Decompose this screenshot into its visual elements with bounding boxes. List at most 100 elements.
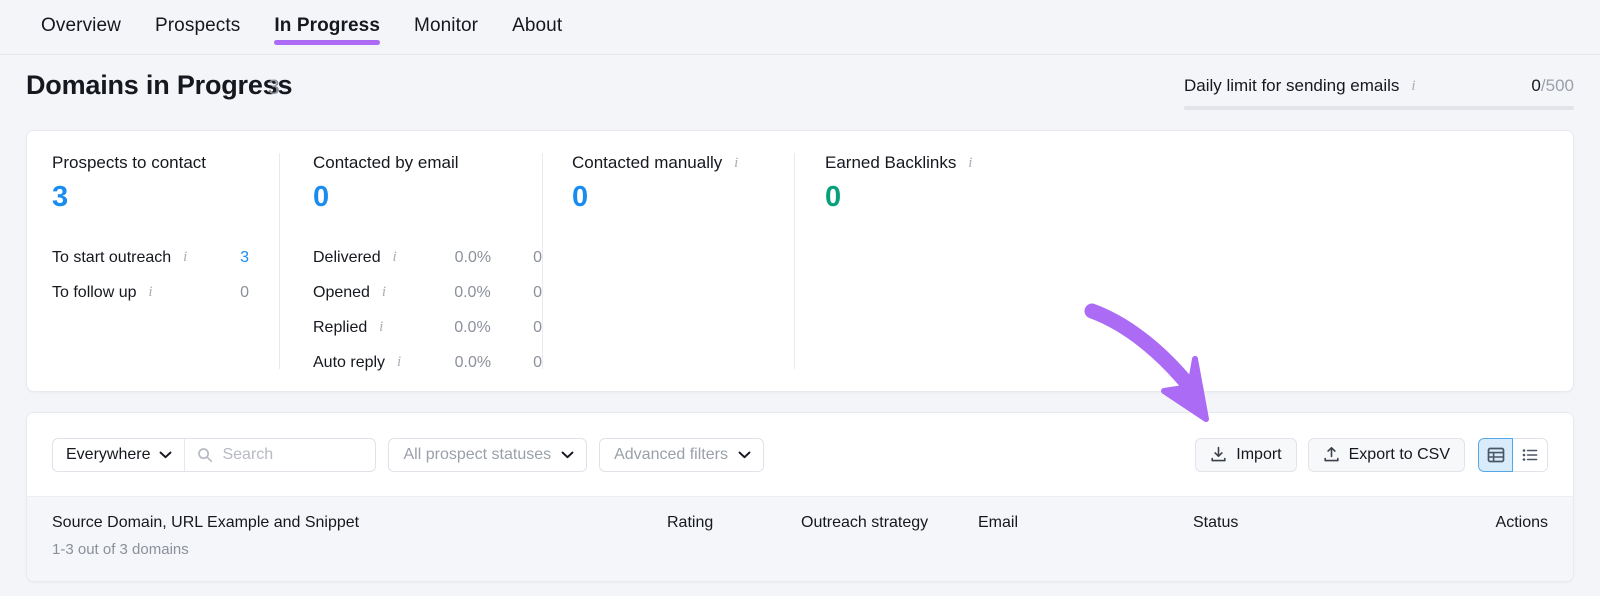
stat-subrow-label: Opened i xyxy=(313,284,400,302)
import-button[interactable]: Import xyxy=(1195,437,1297,472)
info-icon[interactable]: i xyxy=(388,249,402,266)
page-root: Overview Prospects In Progress Monitor A… xyxy=(0,0,1600,596)
label-text: To follow up xyxy=(52,283,137,301)
toolbar-right-group: Import Export to CSV xyxy=(1184,437,1548,472)
tab-prospects[interactable]: Prospects xyxy=(138,0,257,55)
label-text: Delivered xyxy=(313,248,381,266)
tab-overview[interactable]: Overview xyxy=(24,0,138,55)
tab-label: Overview xyxy=(41,15,121,36)
column-header-rating[interactable]: Rating xyxy=(667,514,801,532)
export-csv-button-label: Export to CSV xyxy=(1348,445,1450,463)
column-header-status[interactable]: Status xyxy=(1193,514,1418,532)
stat-subrow-percent: 0.0% xyxy=(454,318,491,336)
summary-stats-card: Prospects to contact 3 To start outreach… xyxy=(26,130,1574,392)
view-table-button[interactable] xyxy=(1478,437,1513,472)
label-text: Replied xyxy=(313,318,368,336)
stat-value: 3 xyxy=(52,181,69,213)
scope-and-search-group: Everywhere xyxy=(52,437,377,472)
prospect-status-filter[interactable]: All prospect statuses xyxy=(388,437,588,472)
page-header: Domains in Progress 3 Daily limit for se… xyxy=(0,55,1600,130)
tab-label: Monitor xyxy=(414,15,479,36)
chevron-down-icon xyxy=(561,451,574,459)
stat-subrow-label: Replied i xyxy=(313,319,400,337)
stat-earned-backlinks: Earned Backlinks i 0 xyxy=(794,131,1194,391)
table-header-row: Source Domain, URL Example and Snippet 1… xyxy=(27,496,1573,581)
daily-limit-progress-bar xyxy=(1184,106,1574,110)
stat-subrow: Delivered i 0.0% 0 xyxy=(313,240,542,275)
list-view-icon xyxy=(1521,446,1539,464)
stat-value: 0 xyxy=(572,181,589,213)
search-field[interactable] xyxy=(185,439,375,471)
table-toolbar: Everywhere All prospect statuses xyxy=(27,413,1573,496)
stat-subrow: Opened i 0.0% 0 xyxy=(313,275,542,310)
chevron-down-icon xyxy=(159,451,172,459)
daily-limit-value: 0/500 xyxy=(1531,76,1574,96)
table-result-count: 1-3 out of 3 domains xyxy=(52,541,189,558)
tab-label: About xyxy=(512,15,563,36)
stat-subrow-label: To start outreach i xyxy=(52,249,194,267)
prospect-status-filter-label: All prospect statuses xyxy=(403,445,552,463)
scope-select[interactable]: Everywhere xyxy=(53,438,186,471)
chevron-down-icon xyxy=(738,451,751,459)
info-icon[interactable]: i xyxy=(377,284,391,301)
info-icon[interactable]: i xyxy=(1406,78,1420,94)
tab-in-progress[interactable]: In Progress xyxy=(257,0,397,55)
tab-label: In Progress xyxy=(274,15,381,36)
stat-subrow-percent: 0.0% xyxy=(454,353,492,371)
search-icon xyxy=(197,447,213,463)
label-text: Opened xyxy=(313,283,370,301)
stat-subrow: Auto reply i 0.0% 0 xyxy=(313,345,542,380)
daily-limit-label: Daily limit for sending emails xyxy=(1184,76,1400,95)
column-header-email[interactable]: Email xyxy=(978,514,1193,532)
stat-value: 0 xyxy=(825,181,842,213)
stat-sublist: Delivered i 0.0% 0 Opened i 0.0% 0 Replied… xyxy=(313,240,542,380)
stat-subrow-label: Delivered i xyxy=(313,249,401,267)
stat-contacted-manually: Contacted manually i 0 xyxy=(542,131,794,391)
info-icon[interactable]: i xyxy=(963,155,977,171)
stat-title-label: Contacted by email xyxy=(313,153,459,172)
stat-subrow: Replied i 0.0% 0 xyxy=(313,310,542,345)
view-list-button[interactable] xyxy=(1513,437,1548,472)
search-input[interactable] xyxy=(222,445,364,464)
tab-about[interactable]: About xyxy=(495,0,579,55)
stat-subrow: To follow up i 0 xyxy=(52,275,279,310)
table-view-icon xyxy=(1487,446,1505,464)
stat-subrow-percent: 0.0% xyxy=(454,248,492,266)
import-button-label: Import xyxy=(1236,445,1282,463)
stat-title: Prospects to contact xyxy=(52,153,279,173)
info-icon[interactable]: i xyxy=(374,319,388,336)
stat-value: 0 xyxy=(313,181,330,213)
stat-sublist: To start outreach i 3 To follow up i 0 xyxy=(52,240,279,310)
stat-subrow-label: To follow up i xyxy=(52,284,160,302)
stat-subrow-value: 0 xyxy=(533,283,542,301)
import-download-icon xyxy=(1210,446,1227,463)
stat-subrow-label: Auto reply i xyxy=(313,354,401,372)
stat-title: Contacted manually i xyxy=(572,153,794,173)
info-icon[interactable]: i xyxy=(178,249,192,266)
view-mode-toggle xyxy=(1478,437,1548,472)
stat-contacted-by-email: Contacted by email 0 Delivered i 0.0% 0 O… xyxy=(279,131,542,391)
label-text: Auto reply xyxy=(313,353,386,371)
export-csv-button[interactable]: Export to CSV xyxy=(1307,437,1465,472)
stat-subrow-value: 0 xyxy=(240,283,249,301)
column-header-label: Source Domain, URL Example and Snippet xyxy=(52,514,360,531)
info-icon[interactable]: i xyxy=(729,155,743,171)
label-text: To start outreach xyxy=(52,248,172,266)
stat-prospects-to-contact: Prospects to contact 3 To start outreach… xyxy=(27,131,279,391)
column-header-source-domain[interactable]: Source Domain, URL Example and Snippet 1… xyxy=(27,514,667,558)
stat-title: Contacted by email xyxy=(313,153,542,173)
page-title: Domains in Progress xyxy=(26,70,293,100)
advanced-filters-button[interactable]: Advanced filters xyxy=(599,437,764,472)
main-tab-bar: Overview Prospects In Progress Monitor A… xyxy=(0,0,1600,55)
stat-subrow-value: 0 xyxy=(533,248,542,266)
stat-subrow-percent: 0.0% xyxy=(454,283,491,301)
stat-subrow-value-wrap: 0 xyxy=(240,284,279,302)
domains-table-card: Everywhere All prospect statuses xyxy=(26,412,1574,582)
scope-select-label: Everywhere xyxy=(66,445,151,463)
stat-subrow-value: 0 xyxy=(533,353,542,371)
stat-title-label: Prospects to contact xyxy=(52,153,207,172)
daily-limit-used: 0 xyxy=(1531,76,1541,95)
column-header-outreach-strategy[interactable]: Outreach strategy xyxy=(801,514,978,532)
info-icon[interactable]: i xyxy=(144,284,158,301)
tab-monitor[interactable]: Monitor xyxy=(397,0,495,55)
